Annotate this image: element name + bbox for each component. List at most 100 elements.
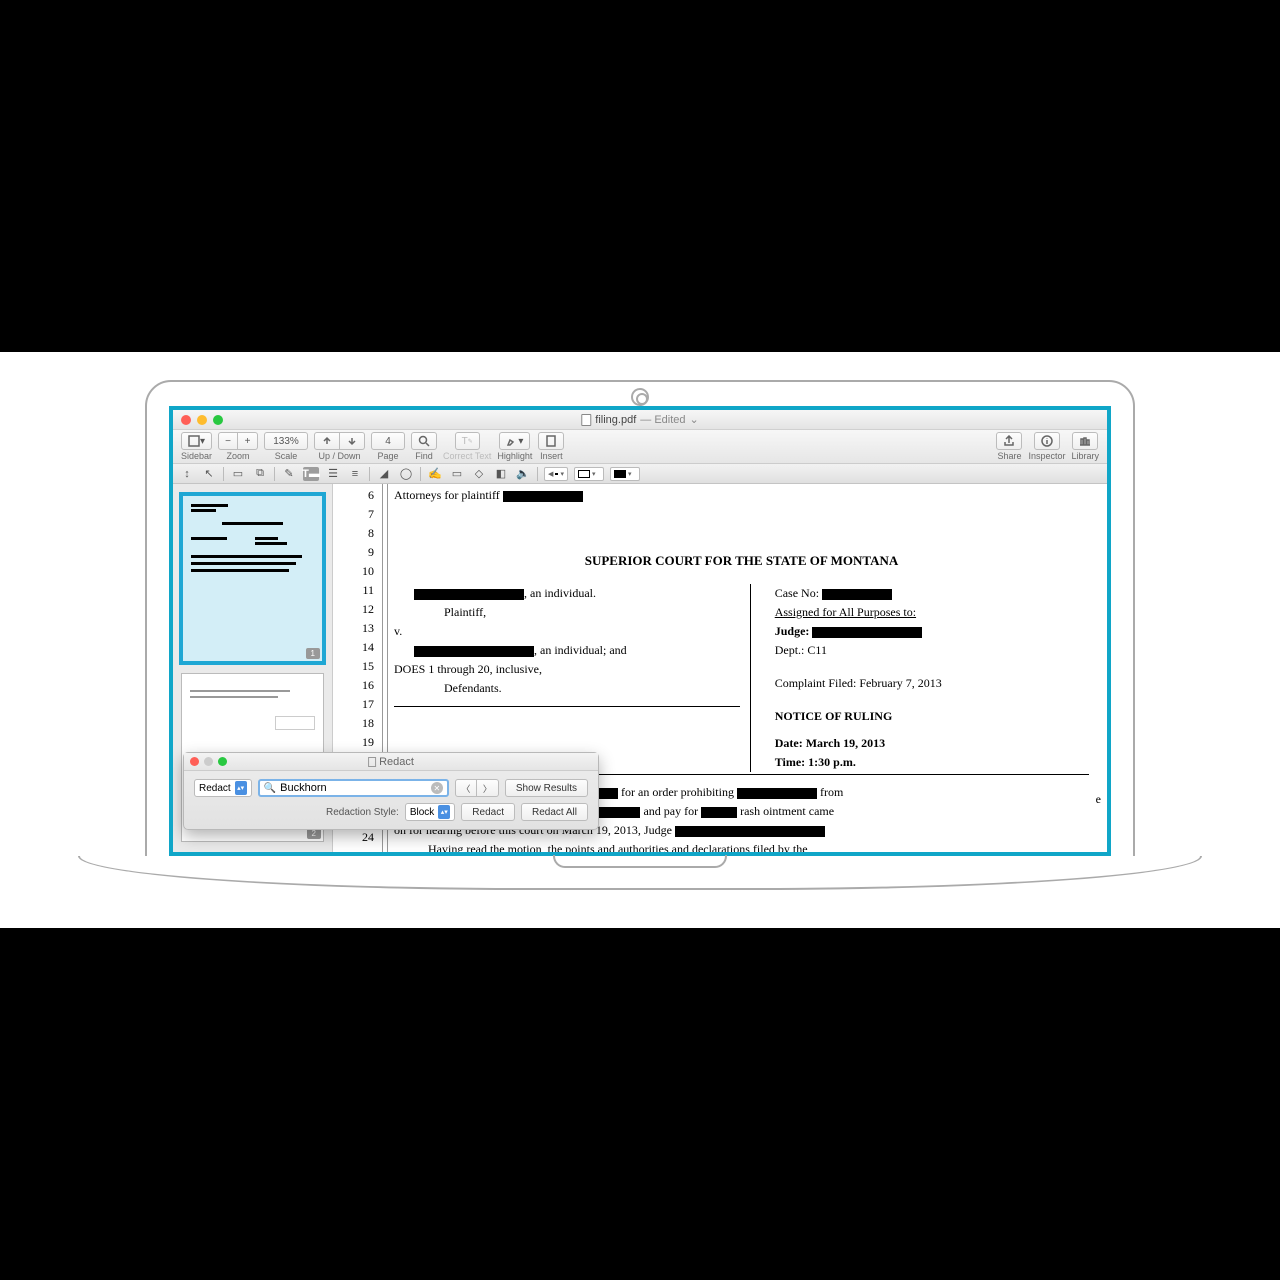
zoom-in-button[interactable]: + [238,432,258,450]
insert-button[interactable] [538,432,564,450]
page-thumbnail-1[interactable]: 1 [181,494,324,663]
scale-label: Scale [275,451,298,461]
find-button[interactable] [411,432,437,450]
redact-search-input[interactable] [280,782,427,794]
redact-all-button[interactable]: Redact All [521,803,588,821]
line-number: 14 [362,638,374,657]
share-icon [1003,435,1015,447]
correct-text-button[interactable]: T✎ [455,432,480,450]
sound-tool-icon[interactable]: 🔈 [515,467,531,481]
arrow-down-icon [346,435,358,447]
minimize-button[interactable] [197,415,207,425]
panel-close-button[interactable] [190,757,199,766]
crop-tool-icon[interactable]: ⧉ [252,467,268,481]
redaction-block [812,627,922,638]
highlight-tool-icon[interactable]: ◢ [376,467,392,481]
redaction-block [737,788,817,799]
highlighter-icon [506,435,518,447]
sidebar-label: Sidebar [181,451,212,461]
page-label: Page [378,451,399,461]
camera-icon [631,388,649,406]
text-select-tool-icon[interactable]: ▭ [230,467,246,481]
line-number: 12 [362,600,374,619]
arrow-up-icon [321,435,333,447]
fill-color-picker[interactable]: ▾ [610,467,640,481]
line-number: 6 [368,486,374,505]
redact-mode-dropdown[interactable]: Redact▴▾ [194,779,252,797]
letterbox-top [0,0,1280,352]
clear-icon[interactable]: ✕ [431,782,443,794]
scale-field[interactable]: 133% [264,432,308,450]
callout-tool-icon[interactable]: ◧ [493,467,509,481]
show-results-button[interactable]: Show Results [505,779,588,797]
panel-minimize-button[interactable] [204,757,213,766]
correct-label: Correct Text [443,451,491,461]
info-icon [1041,435,1053,447]
line-number: 15 [362,657,374,676]
redact-tool-icon[interactable]: T▬ [303,467,319,481]
inspector-button[interactable] [1034,432,1060,450]
line-number: 10 [362,562,374,581]
line-number: 11 [362,581,374,600]
title-dropdown-icon[interactable]: ⌄ [690,413,699,426]
redaction-block [675,826,825,837]
shape-tool-icon[interactable]: ◇ [471,467,487,481]
library-label: Library [1071,451,1099,461]
align-tool-icon[interactable]: ≡ [347,467,363,481]
panel-title: Redact [379,756,414,768]
laptop-frame: filing.pdf — Edited ⌄ ▾ Sidebar − + [0,352,1280,928]
line-number: 16 [362,676,374,695]
select-tool-icon[interactable]: ↖ [201,467,217,481]
page-field[interactable]: 4 [371,432,405,450]
line-number: 13 [362,619,374,638]
page-icon [545,435,557,447]
line-number: 8 [368,524,374,543]
share-button[interactable] [996,432,1022,450]
edit-tool-icon[interactable]: ✎ [281,467,297,481]
zoom-out-button[interactable]: − [218,432,238,450]
stroke-color-picker[interactable]: ▾ [574,467,604,481]
prev-result-button[interactable]: 〈 [455,779,477,797]
library-icon [1079,435,1091,447]
laptop-base [78,856,1202,890]
style-label: Redaction Style: [326,807,399,818]
line-number: 17 [362,695,374,714]
edited-status: — Edited [640,414,685,426]
line-number: 18 [362,714,374,733]
find-label: Find [415,451,433,461]
comment-tool-icon[interactable]: ◯ [398,467,414,481]
stray-char: e [1096,790,1101,809]
form-tool-icon[interactable]: ☰ [325,467,341,481]
highlight-label: Highlight [497,451,532,461]
window-title: filing.pdf [595,414,636,426]
redact-panel: Redact Redact▴▾ 🔍 ✕ [183,752,599,830]
page-down-button[interactable] [340,432,365,450]
redact-search-field[interactable]: 🔍 ✕ [258,779,449,797]
page-up-button[interactable] [314,432,340,450]
move-tool-icon[interactable]: ↕ [179,467,195,481]
signature-tool-icon[interactable]: ✍ [427,467,443,481]
thumb-page-number: 1 [306,648,320,659]
court-title: SUPERIOR COURT FOR THE STATE OF MONTANA [394,551,1089,570]
highlight-button[interactable]: ▾ [499,432,530,450]
line-number: 7 [368,505,374,524]
close-button[interactable] [181,415,191,425]
library-button[interactable] [1072,432,1098,450]
redaction-block [701,807,737,818]
sidebar-toggle-button[interactable]: ▾ [181,432,212,450]
next-result-button[interactable]: 〉 [477,779,499,797]
line-number: 19 [362,733,374,752]
panel-zoom-button[interactable] [218,757,227,766]
zoom-button[interactable] [213,415,223,425]
primary-toolbar: ▾ Sidebar − + Zoom 133% Scale [173,430,1107,464]
search-icon: 🔍 [264,783,276,794]
redaction-style-dropdown[interactable]: Block▴▾ [405,803,455,821]
attorneys-text: Attorneys for plaintiff [394,488,500,502]
stamp-tool-icon[interactable]: ▭ [449,467,465,481]
line-number: 24 [362,828,374,847]
redaction-block [503,491,583,502]
insert-label: Insert [540,451,563,461]
redaction-block [822,589,892,600]
stroke-width-picker[interactable]: ◀▾ [544,467,568,481]
redact-button[interactable]: Redact [461,803,515,821]
